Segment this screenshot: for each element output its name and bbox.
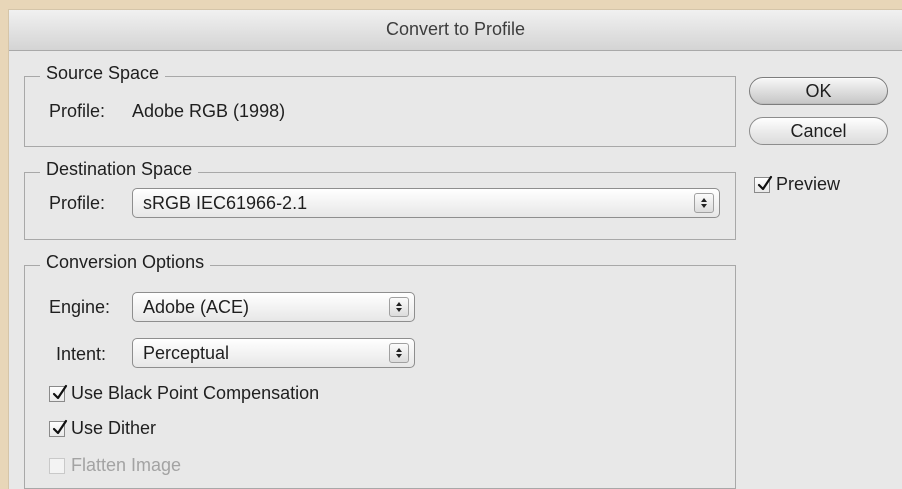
chevron-up-down-icon [694, 193, 714, 213]
destination-space-group: Destination Space Profile: sRGB IEC61966… [24, 159, 736, 240]
window-title: Convert to Profile [385, 19, 526, 39]
preview-checkbox-row[interactable]: Preview [754, 174, 840, 195]
flatten-image-label: Flatten Image [71, 455, 182, 475]
source-profile-label: Profile: [49, 101, 106, 121]
preview-label: Preview [776, 174, 841, 194]
use-black-point-compensation-label: Use Black Point Compensation [71, 383, 320, 403]
titlebar: Convert to Profile [9, 10, 902, 51]
ok-button[interactable]: OK [749, 77, 888, 105]
destination-space-label: Destination Space [40, 159, 199, 180]
flatten-image-checkbox[interactable] [49, 457, 65, 474]
checkmark-icon [52, 384, 68, 399]
intent-label: Intent: [56, 344, 107, 364]
conversion-options-group: Conversion Options Engine: Adobe (ACE) I… [24, 252, 736, 489]
ok-button-label: OK [805, 81, 832, 101]
engine-label: Engine: [49, 297, 111, 317]
convert-to-profile-dialog: Convert to Profile Source Space Profile:… [9, 10, 902, 489]
use-dither-checkbox-row[interactable]: Use Dither [49, 418, 156, 439]
engine-select[interactable]: Adobe (ACE) [132, 292, 415, 322]
use-dither-checkbox[interactable] [49, 419, 68, 437]
intent-select[interactable]: Perceptual [132, 338, 415, 368]
use-black-point-compensation-checkbox-row[interactable]: Use Black Point Compensation [49, 383, 319, 404]
intent-value: Perceptual [143, 343, 230, 363]
destination-profile-value: sRGB IEC61966-2.1 [143, 193, 308, 213]
chevron-up-down-icon [389, 343, 409, 363]
cancel-button[interactable]: Cancel [749, 117, 888, 145]
checkmark-icon [757, 175, 773, 190]
checkmark-icon [52, 419, 68, 434]
flatten-image-checkbox-row[interactable]: Flatten Image [49, 455, 181, 476]
source-space-label: Source Space [40, 63, 166, 84]
engine-value: Adobe (ACE) [143, 297, 250, 317]
source-profile-value: Adobe RGB (1998) [132, 101, 286, 121]
preview-checkbox[interactable] [754, 175, 773, 193]
chevron-up-down-icon [389, 297, 409, 317]
destination-profile-select[interactable]: sRGB IEC61966-2.1 [132, 188, 720, 218]
source-space-group: Source Space Profile: Adobe RGB (1998) [24, 63, 736, 147]
destination-profile-label: Profile: [49, 193, 106, 213]
cancel-button-label: Cancel [790, 121, 847, 141]
use-dither-label: Use Dither [71, 418, 157, 438]
use-black-point-compensation-checkbox[interactable] [49, 384, 68, 402]
conversion-options-label: Conversion Options [40, 252, 211, 273]
